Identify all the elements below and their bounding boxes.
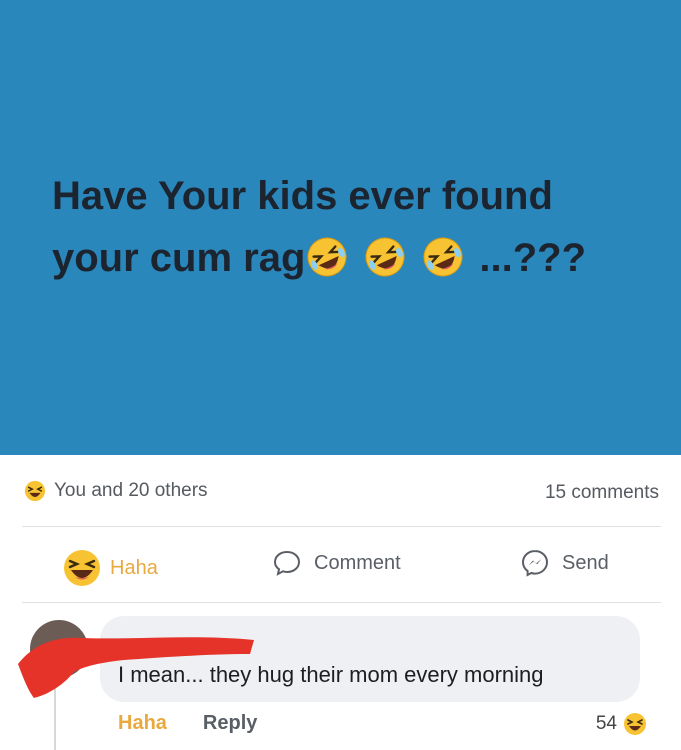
post-banner: Have Your kids ever found your cum rag .… <box>0 0 681 455</box>
reaction-summary[interactable]: You and 20 others <box>24 480 208 502</box>
reaction-summary-text: You and 20 others <box>54 480 208 501</box>
comment-bubble-icon <box>273 550 301 576</box>
reactions-bar: You and 20 others 15 comments <box>0 470 681 514</box>
haha-label: Haha <box>110 556 158 579</box>
red-redaction-scribble <box>18 637 254 698</box>
post-text: Have Your kids ever found your cum rag .… <box>52 165 652 289</box>
post-text-line2: your cum rag ...??? <box>52 227 652 289</box>
post-text-line2-start: your cum rag <box>52 236 306 280</box>
haha-button[interactable]: Haha <box>62 548 158 588</box>
post-text-line2-end: ...??? <box>479 236 587 280</box>
comment-label: Comment <box>314 551 401 574</box>
haha-emoji-icon <box>64 550 100 586</box>
comment: I mean... they hug their mom every morni… <box>0 612 681 750</box>
post-text-line1: Have Your kids ever found <box>52 174 553 218</box>
rolling-laughing-face-icon <box>365 237 405 277</box>
haha-emoji-icon <box>24 480 46 502</box>
comment-reaction-number: 54 <box>595 713 617 734</box>
haha-emoji-icon <box>624 713 646 735</box>
rolling-laughing-face-icon <box>307 237 347 277</box>
comment-actions: Haha Reply <box>118 712 257 735</box>
comment-button[interactable]: Comment <box>272 548 401 578</box>
send-label: Send <box>562 551 609 574</box>
comments-count[interactable]: 15 comments <box>545 482 659 504</box>
comment-reaction-count[interactable]: 54 <box>596 712 647 736</box>
divider <box>22 602 661 603</box>
divider <box>22 526 661 527</box>
rolling-laughing-face-icon <box>423 237 463 277</box>
action-bar: Haha Comment Send <box>0 540 681 592</box>
send-button[interactable]: Send <box>520 548 609 578</box>
comment-reply-button[interactable]: Reply <box>203 712 257 735</box>
comment-haha-button[interactable]: Haha <box>118 712 167 735</box>
messenger-icon <box>521 549 549 577</box>
